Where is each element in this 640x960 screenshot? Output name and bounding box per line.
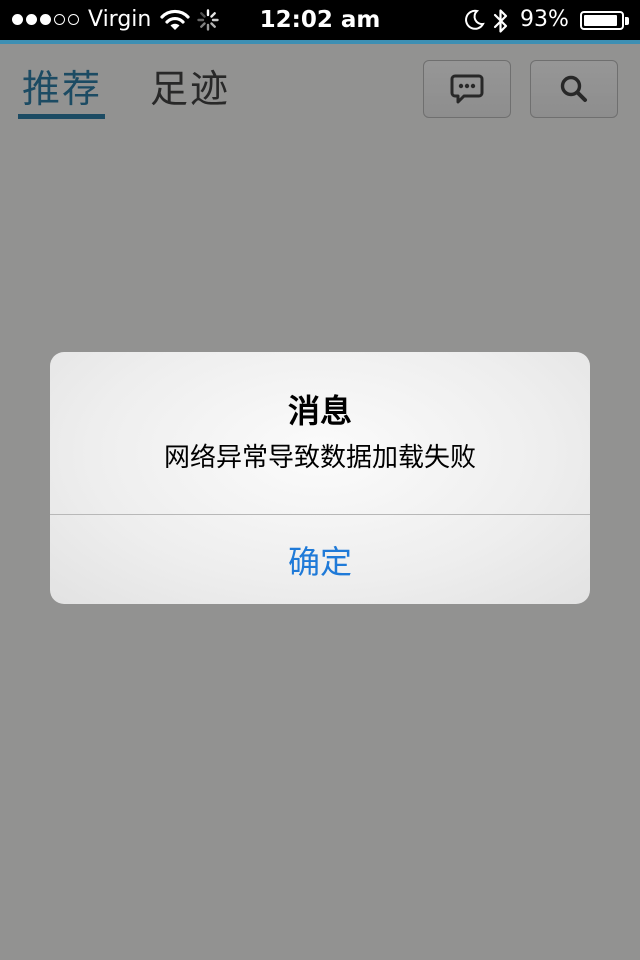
alert-message: 网络异常导致数据加载失败: [163, 443, 476, 473]
battery-terminal: [625, 17, 629, 25]
alert-dialog: 消息 网络异常导致数据加载失败 确定: [50, 352, 590, 604]
confirm-button[interactable]: 确定: [50, 515, 590, 604]
battery-percentage: 93%: [520, 7, 569, 32]
moon-icon: [465, 9, 485, 30]
bluetooth-icon: [493, 9, 508, 33]
battery-icon: [580, 11, 624, 30]
alert-title: 消息: [287, 392, 352, 430]
battery-fill: [584, 15, 617, 26]
status-bar: Virgin 12:02 am 93%: [0, 0, 640, 40]
